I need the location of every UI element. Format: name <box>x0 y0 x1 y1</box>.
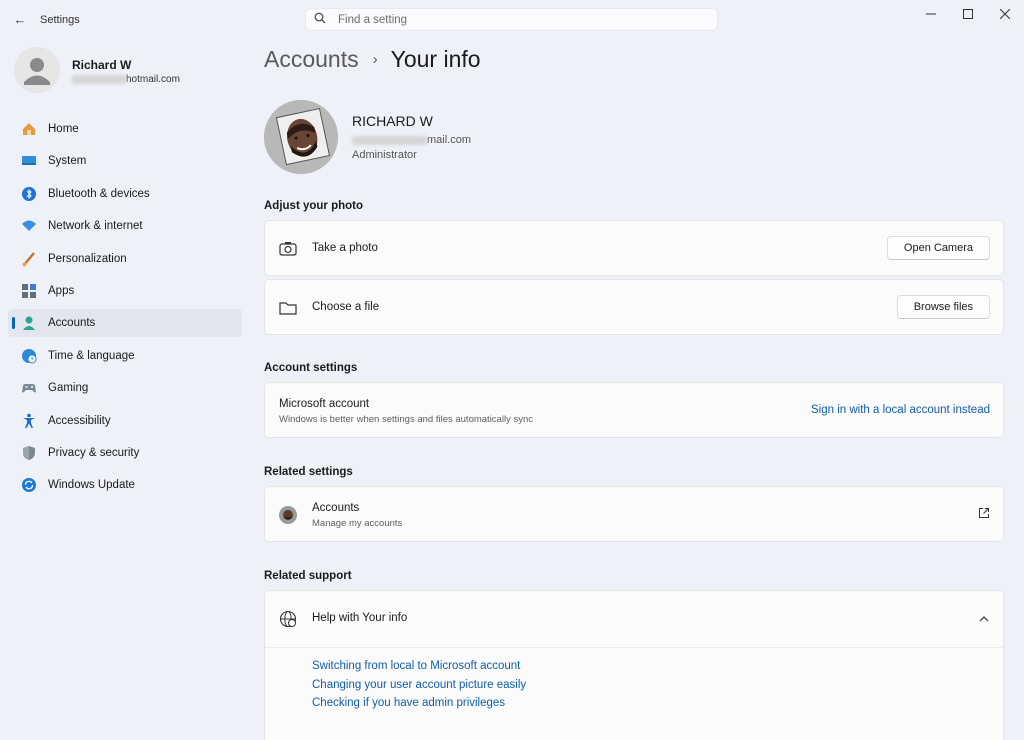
sidebar-item-label: Privacy & security <box>48 446 140 459</box>
take-photo-card: Take a photo Open Camera <box>264 220 1004 276</box>
close-icon <box>1000 9 1010 19</box>
user-avatar[interactable] <box>14 47 60 93</box>
sidebar-item-label: Time & language <box>48 349 135 362</box>
take-photo-label: Take a photo <box>312 242 378 254</box>
help-label: Help with Your info <box>312 612 408 624</box>
browse-files-button[interactable]: Browse files <box>896 295 990 319</box>
minimize-icon <box>926 13 936 15</box>
sidebar-item-label: Personalization <box>48 252 127 265</box>
sidebar-item-apps[interactable]: Apps <box>8 277 242 305</box>
open-external-icon <box>978 507 990 522</box>
sidebar-item-windows-update[interactable]: Windows Update <box>8 471 242 499</box>
chevron-up-icon[interactable] <box>979 612 989 626</box>
section-title-related-settings: Related settings <box>264 466 353 478</box>
home-icon <box>20 120 38 138</box>
globe-help-icon <box>279 610 297 628</box>
accounts-link-desc: Manage my accounts <box>312 518 403 529</box>
account-name: RICHARD W <box>352 113 433 129</box>
section-title-adjust-photo: Adjust your photo <box>264 200 364 212</box>
breadcrumb-parent[interactable]: Accounts <box>264 46 359 73</box>
help-header[interactable]: Help with Your info <box>265 591 1003 648</box>
maximize-button[interactable] <box>949 0 987 28</box>
shield-icon <box>20 444 38 462</box>
redacted-email <box>352 135 427 145</box>
gamepad-icon <box>20 379 38 397</box>
account-role: Administrator <box>352 149 417 161</box>
choose-file-card: Choose a file Browse files <box>264 279 1004 335</box>
sidebar-item-home[interactable]: Home <box>8 115 242 143</box>
section-title-account-settings: Account settings <box>264 362 358 374</box>
help-link[interactable]: Checking if you have admin privileges <box>312 697 526 709</box>
sidebar-item-label: Home <box>48 123 79 135</box>
close-button[interactable] <box>986 0 1024 28</box>
app-title: Settings <box>40 14 80 26</box>
sidebar-item-label: Apps <box>48 284 75 297</box>
user-email: hotmail.com <box>72 74 180 85</box>
wifi-icon <box>20 217 38 235</box>
help-link[interactable]: Switching from local to Microsoft accoun… <box>312 660 526 672</box>
search-input[interactable] <box>336 12 700 27</box>
profile-photo-icon <box>264 100 338 174</box>
minimize-button[interactable] <box>912 0 950 28</box>
redacted-email <box>72 74 126 84</box>
help-links: Switching from local to Microsoft accoun… <box>312 660 526 716</box>
brush-icon <box>20 250 38 268</box>
sidebar-item-time-language[interactable]: Time & language <box>8 342 242 370</box>
bluetooth-icon <box>20 185 38 203</box>
chevron-right-icon: › <box>372 51 378 68</box>
accessibility-icon <box>20 412 38 430</box>
microsoft-account-label: Microsoft account <box>279 398 370 410</box>
sidebar-item-gaming[interactable]: Gaming <box>8 374 242 402</box>
globe-clock-icon <box>20 347 38 365</box>
person-icon <box>14 47 60 93</box>
sidebar-item-network[interactable]: Network & internet <box>8 212 242 240</box>
help-link[interactable]: Changing your user account picture easil… <box>312 679 526 691</box>
user-name: Richard W <box>72 58 132 72</box>
sidebar-item-privacy[interactable]: Privacy & security <box>8 439 242 467</box>
breadcrumb: Accounts › Your info <box>264 46 481 73</box>
microsoft-account-card: Microsoft account Windows is better when… <box>264 382 1004 438</box>
sidebar-item-label: Windows Update <box>48 479 135 492</box>
sidebar-item-personalization[interactable]: Personalization <box>8 245 242 273</box>
sidebar-item-bluetooth[interactable]: Bluetooth & devices <box>8 180 242 208</box>
sidebar-item-label: Bluetooth & devices <box>48 187 150 200</box>
apps-icon <box>20 282 38 300</box>
account-avatar-icon <box>279 506 297 524</box>
folder-icon <box>279 299 297 317</box>
open-camera-button[interactable]: Open Camera <box>886 236 990 260</box>
sidebar-item-accessibility[interactable]: Accessibility <box>8 407 242 435</box>
accounts-link-label: Accounts <box>312 502 360 514</box>
sidebar-item-label: Network & internet <box>48 220 143 233</box>
microsoft-account-desc: Windows is better when settings and file… <box>279 414 533 425</box>
accounts-icon <box>20 314 38 332</box>
page-title: Your info <box>390 46 481 72</box>
system-icon <box>20 152 38 170</box>
sidebar-nav: Home System Bluetooth & devices Network … <box>8 115 242 504</box>
update-icon <box>20 476 38 494</box>
accounts-link-card[interactable]: Accounts Manage my accounts <box>264 486 1004 542</box>
maximize-icon <box>963 9 973 19</box>
camera-icon <box>279 240 297 258</box>
sidebar-item-label: System <box>48 155 87 168</box>
sidebar-item-label: Accessibility <box>48 414 111 427</box>
sign-in-local-account-link[interactable]: Sign in with a local account instead <box>811 404 990 416</box>
sidebar-item-accounts[interactable]: Accounts <box>8 309 242 338</box>
sidebar-item-label: Gaming <box>48 382 89 395</box>
back-button[interactable]: ← <box>10 9 30 29</box>
section-title-related-support: Related support <box>264 570 352 582</box>
sidebar-item-label: Accounts <box>48 317 96 330</box>
account-email: mail.com <box>352 134 471 146</box>
back-arrow-icon: ← <box>13 11 27 27</box>
profile-picture <box>264 100 338 174</box>
sidebar-item-system[interactable]: System <box>8 147 242 175</box>
search-icon <box>314 12 326 27</box>
choose-file-label: Choose a file <box>312 301 380 313</box>
search-box[interactable] <box>305 8 718 31</box>
